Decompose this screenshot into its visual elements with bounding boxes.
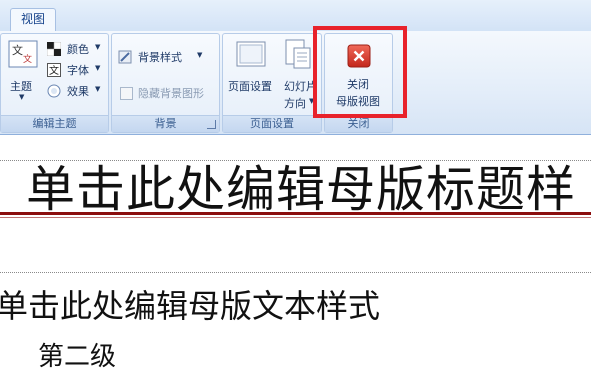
hide-background-graphics-label: 隐藏背景图形	[138, 87, 204, 100]
group-edit-theme: 文 文 主题 ▼ 颜色 ▼ 文 字体 ▼ 效果 ▼ 编辑主题	[0, 33, 109, 133]
checkbox-box	[120, 87, 133, 100]
title-underline-thin	[0, 217, 591, 218]
svg-text:文: 文	[23, 53, 32, 65]
hide-background-graphics-checkbox[interactable]: 隐藏背景图形	[120, 84, 216, 102]
group-label-page-setup: 页面设置	[223, 115, 321, 132]
group-label-background: 背景	[112, 115, 219, 132]
colors-label: 颜色	[67, 43, 89, 56]
group-background: 背景样式 ▼ 隐藏背景图形 背景	[111, 33, 220, 133]
theme-label: 主题	[10, 80, 32, 93]
chevron-down-icon: ▼	[95, 43, 101, 51]
theme-icon: 文 文	[8, 40, 38, 68]
effects-button[interactable]: 效果 ▼	[47, 82, 105, 100]
ribbon-tab-bar: 视图	[0, 0, 591, 32]
slide-orientation-icon	[285, 39, 311, 69]
fonts-icon: 文	[47, 63, 61, 77]
title-underline	[0, 212, 591, 215]
body-placeholder[interactable]: 单击此处编辑母版文本样式	[0, 281, 380, 327]
background-style-label: 背景样式	[138, 51, 182, 64]
body-placeholder-top-border	[0, 272, 591, 273]
dialog-launcher-icon[interactable]	[207, 120, 216, 129]
chevron-down-icon: ▼	[19, 93, 25, 101]
page-setup-label: 页面设置	[228, 80, 272, 93]
chevron-down-icon: ▼	[95, 85, 101, 93]
page-setup-icon	[236, 41, 266, 67]
fonts-button[interactable]: 文 字体 ▼	[47, 61, 105, 79]
svg-text:文: 文	[12, 43, 23, 57]
group-label-edit-theme: 编辑主题	[1, 115, 108, 132]
level2-placeholder[interactable]: 第二级	[38, 336, 116, 373]
fonts-label: 字体	[67, 64, 89, 77]
chevron-down-icon: ▼	[95, 64, 101, 72]
annotation-highlight-box	[313, 26, 407, 118]
effects-label: 效果	[67, 85, 89, 98]
colors-button[interactable]: 颜色 ▼	[47, 40, 105, 58]
background-style-button[interactable]: 背景样式 ▼	[118, 48, 214, 66]
ribbon: 文 文 主题 ▼ 颜色 ▼ 文 字体 ▼ 效果 ▼ 编辑主题 背景样式 ▼ 隐藏…	[0, 31, 591, 135]
tab-view[interactable]: 视图	[10, 8, 57, 31]
svg-text:文: 文	[49, 64, 59, 77]
title-placeholder[interactable]: 单击此处编辑母版标题样	[26, 150, 576, 221]
page-setup-button[interactable]: 页面设置	[226, 38, 276, 104]
colors-icon	[47, 42, 61, 56]
theme-button[interactable]: 文 文 主题 ▼	[7, 38, 39, 104]
slide-orientation-label-line2: 方向	[284, 97, 306, 110]
group-page-setup: 页面设置 幻灯片 方向 ▼ 页面设置	[222, 33, 322, 133]
background-style-icon	[118, 50, 132, 64]
chevron-down-icon: ▼	[197, 51, 203, 59]
effects-icon	[47, 84, 61, 98]
